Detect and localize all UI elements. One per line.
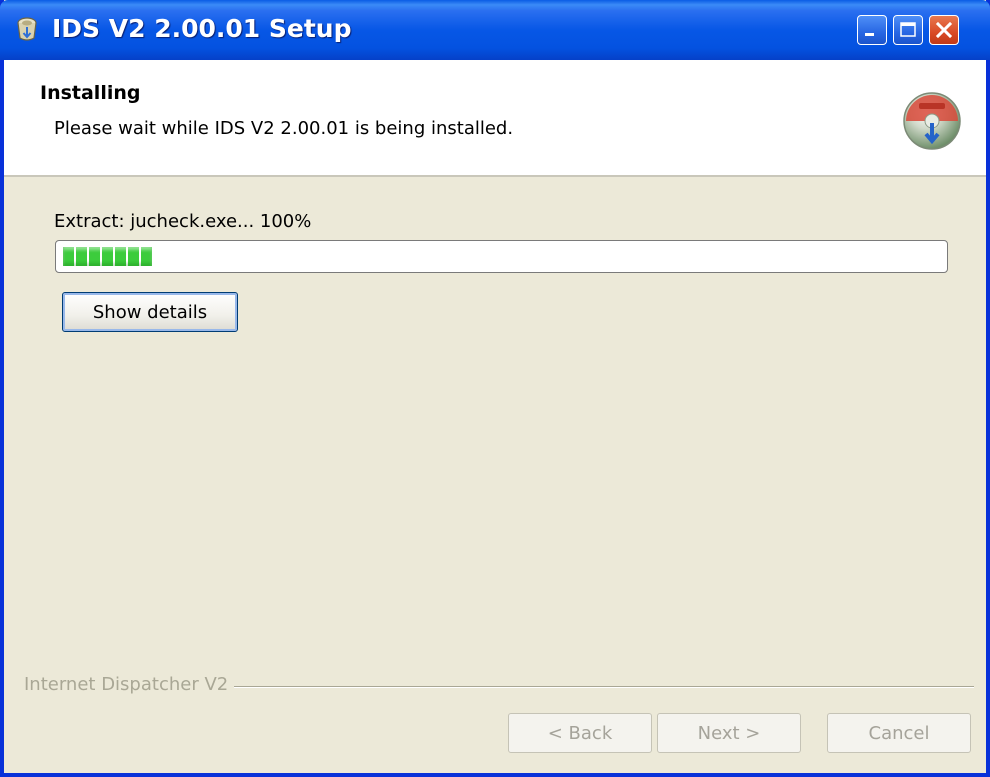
- title-bar[interactable]: IDS V2 2.00.01 Setup: [0, 0, 990, 60]
- page-subtitle: Please wait while IDS V2 2.00.01 is bein…: [54, 118, 514, 139]
- minimize-button[interactable]: [857, 15, 887, 45]
- next-button[interactable]: Next >: [657, 713, 801, 753]
- installer-disk-icon: [903, 92, 961, 150]
- branding-text: Internet Dispatcher V2: [24, 674, 235, 695]
- show-details-button[interactable]: Show details: [62, 292, 238, 332]
- close-button[interactable]: [929, 15, 959, 45]
- header-panel: Installing Please wait while IDS V2 2.00…: [4, 60, 986, 177]
- maximize-icon: [900, 22, 916, 37]
- window-title: IDS V2 2.00.01 Setup: [52, 14, 352, 43]
- progress-status-text: Extract: jucheck.exe... 100%: [54, 211, 312, 232]
- progress-bar-fill: [63, 247, 152, 266]
- installer-app-icon: [17, 17, 37, 41]
- setup-window: IDS V2 2.00.01 Setup Installing Please w…: [0, 0, 990, 777]
- minimize-icon: [865, 33, 874, 36]
- back-button[interactable]: < Back: [508, 713, 652, 753]
- maximize-button[interactable]: [893, 15, 923, 45]
- install-progress-bar: [55, 240, 948, 273]
- page-title: Installing: [40, 82, 141, 104]
- cancel-button[interactable]: Cancel: [827, 713, 971, 753]
- close-icon: [935, 21, 953, 39]
